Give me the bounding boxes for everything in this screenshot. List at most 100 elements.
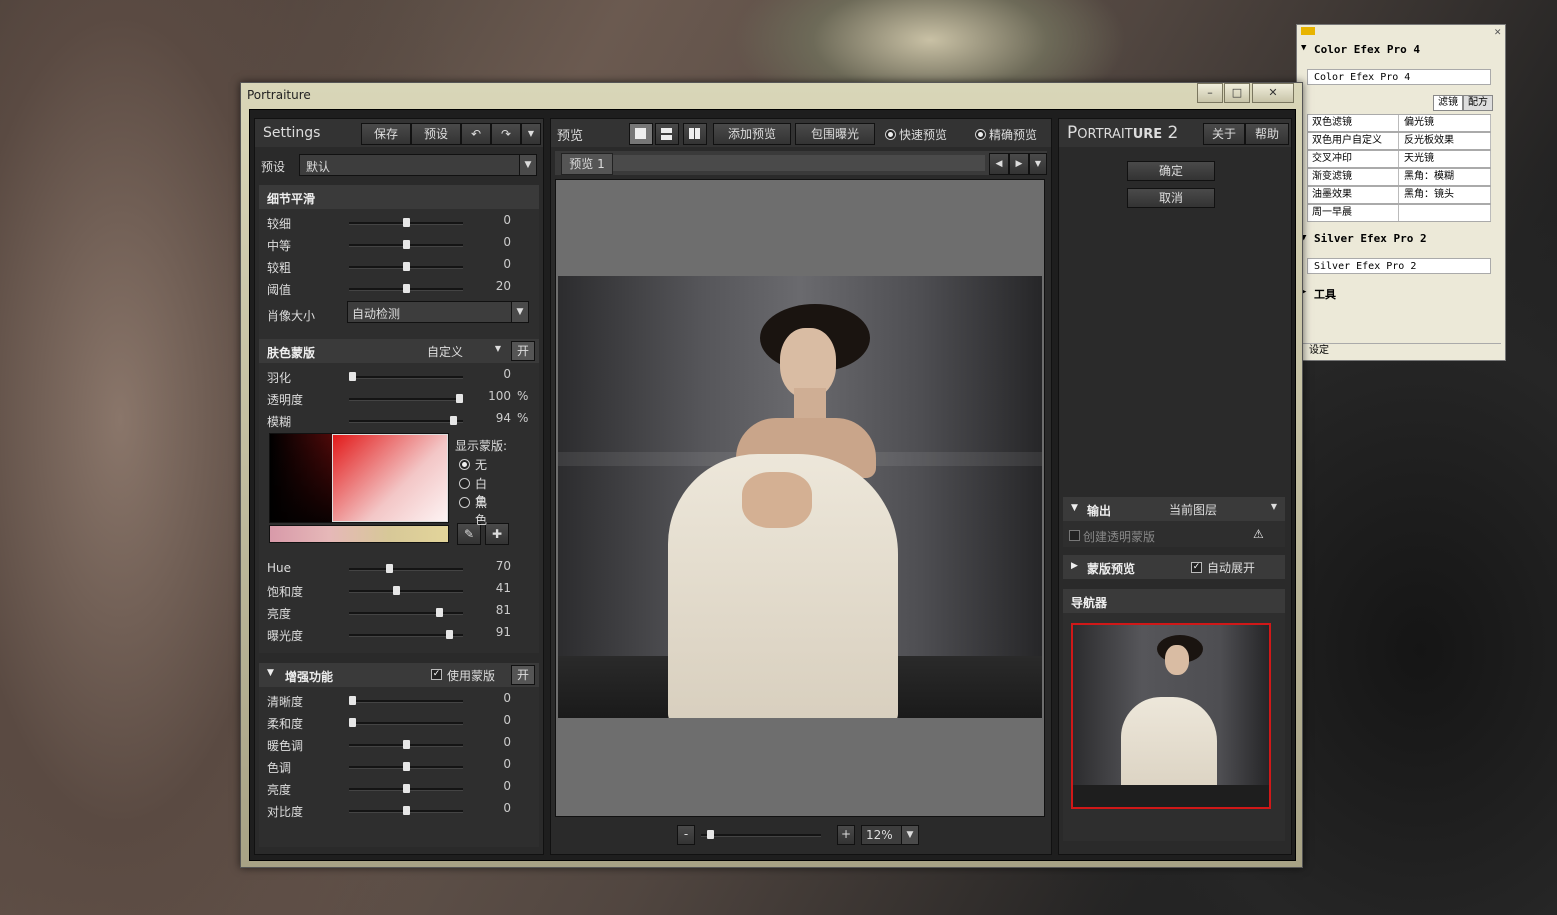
color-efex-item[interactable]: Color Efex Pro 4	[1307, 69, 1491, 85]
silver-efex-title[interactable]: Silver Efex Pro 2	[1314, 232, 1427, 245]
detail-slider[interactable]	[349, 262, 463, 271]
skin-mask-toggle[interactable]: 开	[511, 341, 535, 361]
skin-slider[interactable]	[349, 372, 463, 381]
fast-preview-radio[interactable]	[885, 129, 896, 140]
enhance-slider-thumb[interactable]	[402, 762, 410, 771]
tab-recipes[interactable]: 配方	[1463, 95, 1493, 111]
redo-icon[interactable]: ↷	[491, 123, 521, 145]
detail-slider-thumb[interactable]	[402, 240, 410, 249]
chevron-down-icon[interactable]: ▼	[511, 302, 528, 322]
tab-filters[interactable]: 滤镜	[1433, 95, 1463, 111]
tab-menu-icon[interactable]: ▼	[1029, 153, 1047, 175]
detail-slider[interactable]	[349, 218, 463, 227]
enhance-slider-thumb[interactable]	[402, 784, 410, 793]
create-mask-checkbox[interactable]	[1069, 530, 1080, 541]
hsv-slider[interactable]	[349, 630, 463, 639]
enhance-slider[interactable]	[349, 762, 463, 771]
portrait-size-dropdown[interactable]: 自动检测 ▼	[347, 301, 529, 323]
tab-next-icon[interactable]: ▶	[1009, 153, 1029, 175]
chevron-down-icon[interactable]: ▼	[519, 155, 536, 175]
hsv-slider[interactable]	[349, 608, 463, 617]
silver-efex-item[interactable]: Silver Efex Pro 2	[1307, 258, 1491, 274]
enhance-slider-thumb[interactable]	[402, 740, 410, 749]
enhance-slider[interactable]	[349, 740, 463, 749]
mask-option-radio[interactable]	[459, 459, 470, 470]
tools-section[interactable]: 工具	[1314, 286, 1336, 302]
filter-item[interactable]: 双色用户自定义	[1308, 133, 1399, 149]
zoom-in-button[interactable]: +	[837, 825, 855, 845]
color-picker[interactable]	[269, 433, 449, 523]
enhance-section[interactable]: ▼ 增强功能	[259, 663, 539, 687]
filter-item[interactable]: 油墨效果	[1308, 187, 1399, 203]
cancel-button[interactable]: 取消	[1127, 188, 1215, 208]
skin-slider-thumb[interactable]	[456, 394, 463, 403]
bracket-exposure-button[interactable]: 包围曝光	[795, 123, 875, 145]
detail-slider-thumb[interactable]	[402, 218, 410, 227]
hue-range-bar[interactable]	[269, 525, 449, 543]
maximize-button[interactable]: □	[1224, 83, 1250, 103]
hsv-slider[interactable]	[349, 586, 463, 595]
filter-item[interactable]: 黑角：镜头	[1400, 187, 1491, 203]
tab-preview-1[interactable]: 预览 1	[561, 153, 613, 175]
hsv-slider[interactable]	[349, 564, 463, 573]
enhance-slider-thumb[interactable]	[402, 806, 410, 815]
filter-item[interactable]: 渐变滤镜	[1308, 169, 1399, 185]
navigator-thumbnail[interactable]	[1071, 623, 1271, 809]
chevron-down-icon[interactable]: ▼	[901, 826, 918, 844]
filter-item[interactable]: 周一早晨	[1308, 205, 1399, 221]
hsv-slider-thumb[interactable]	[392, 586, 400, 595]
preset-button[interactable]: 预设	[411, 123, 461, 145]
preset-dropdown[interactable]: 默认 ▼	[299, 154, 537, 176]
detail-slider[interactable]	[349, 240, 463, 249]
filter-item[interactable]: 黑角：模糊	[1400, 169, 1491, 185]
enhance-slider[interactable]	[349, 784, 463, 793]
skin-slider-thumb[interactable]	[449, 416, 457, 425]
split-horizontal-icon[interactable]	[655, 123, 679, 145]
filter-item[interactable]: 双色滤镜	[1308, 115, 1399, 131]
save-button[interactable]: 保存	[361, 123, 411, 145]
enhance-slider-thumb[interactable]	[349, 718, 356, 727]
menu-arrow-icon[interactable]: ▼	[521, 123, 541, 145]
zoom-out-button[interactable]: -	[677, 825, 695, 845]
eyedropper-add-icon[interactable]: ✚	[485, 523, 509, 545]
detail-slider[interactable]	[349, 284, 463, 293]
precise-preview-radio[interactable]	[975, 129, 986, 140]
ok-button[interactable]: 确定	[1127, 161, 1215, 181]
enhance-slider-thumb[interactable]	[349, 696, 356, 705]
skin-slider[interactable]	[349, 394, 463, 403]
zoom-dropdown[interactable]: 12% ▼	[861, 825, 919, 845]
add-preview-button[interactable]: 添加预览	[713, 123, 791, 145]
preview-canvas[interactable]	[555, 179, 1045, 817]
filter-item[interactable]: 偏光镜	[1400, 115, 1491, 131]
output-dropdown[interactable]: 当前图层 ▼	[1167, 499, 1279, 517]
mask-option-radio[interactable]	[459, 478, 470, 489]
enhance-slider[interactable]	[349, 696, 463, 705]
detail-slider-thumb[interactable]	[402, 262, 410, 271]
close-button[interactable]: ✕	[1252, 83, 1294, 103]
skin-slider[interactable]	[349, 416, 463, 425]
skin-slider-thumb[interactable]	[349, 372, 356, 381]
enhance-toggle[interactable]: 开	[511, 665, 535, 685]
enhance-slider[interactable]	[349, 718, 463, 727]
enhance-slider[interactable]	[349, 806, 463, 815]
collapse-arrow-icon[interactable]: ▼	[1301, 43, 1306, 53]
detail-slider-thumb[interactable]	[402, 284, 410, 293]
filter-item[interactable]: 交叉冲印	[1308, 151, 1399, 167]
filter-item[interactable]: 天光镜	[1400, 151, 1491, 167]
color-selection-box[interactable]	[332, 434, 448, 522]
zoom-slider[interactable]	[701, 830, 821, 839]
close-icon[interactable]: ✕	[1494, 25, 1501, 38]
undo-icon[interactable]: ↶	[461, 123, 491, 145]
detail-smoothing-section[interactable]: 细节平滑	[259, 185, 539, 209]
help-button[interactable]: 帮助	[1245, 123, 1289, 145]
use-mask-checkbox[interactable]: ✓	[431, 669, 442, 680]
single-view-icon[interactable]	[629, 123, 653, 145]
hsv-slider-thumb[interactable]	[446, 630, 454, 639]
about-button[interactable]: 关于	[1203, 123, 1245, 145]
mask-option-radio[interactable]	[459, 497, 470, 508]
filter-item[interactable]: 反光板效果	[1400, 133, 1491, 149]
color-efex-title[interactable]: Color Efex Pro 4	[1314, 43, 1420, 56]
split-vertical-icon[interactable]	[683, 123, 707, 145]
auto-expand-checkbox[interactable]: ✓	[1191, 562, 1202, 573]
zoom-slider-thumb[interactable]	[706, 830, 714, 839]
